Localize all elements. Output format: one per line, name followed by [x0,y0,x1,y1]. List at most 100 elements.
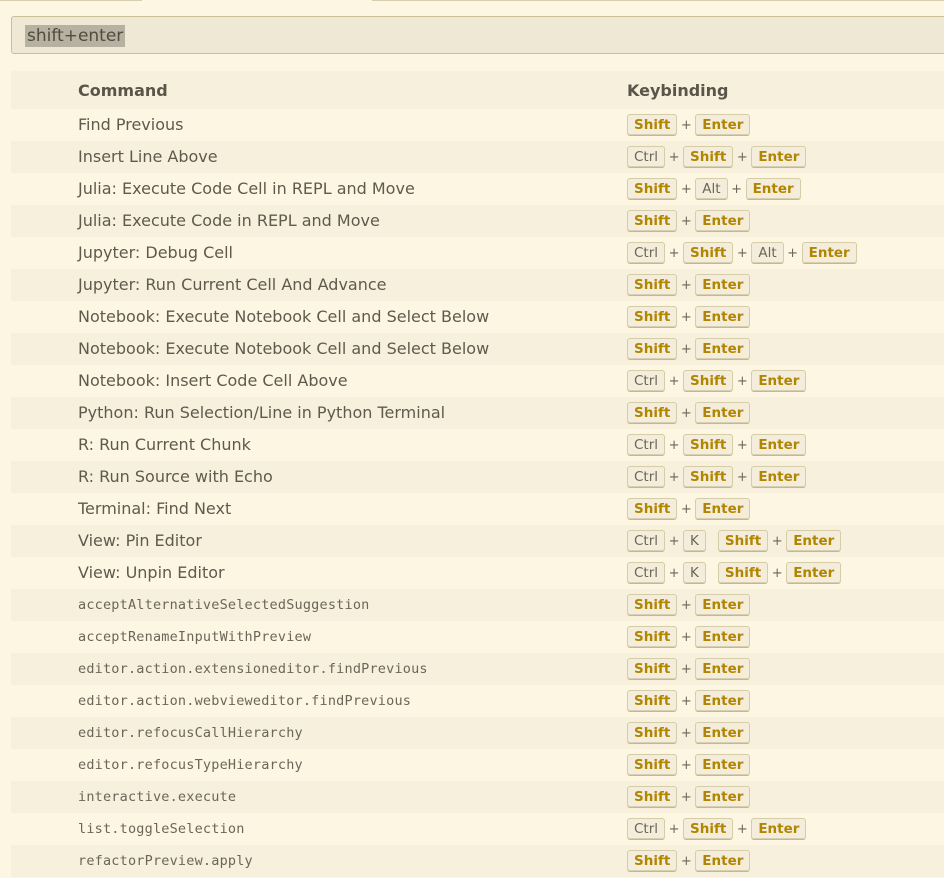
key-cap: Enter [695,690,751,712]
table-row[interactable]: Python: Run Selection/Line in Python Ter… [11,397,944,429]
table-row[interactable]: R: Run Current Chunk Ctrl + Shift + Enter [11,429,944,461]
key-plus: + [680,629,692,645]
key-plus: + [680,789,692,805]
key-plus: + [736,469,748,485]
command-label: Find Previous [78,115,184,134]
key-plus: + [668,565,680,581]
command-label: Notebook: Execute Notebook Cell and Sele… [78,339,490,358]
key-plus: + [668,149,680,165]
key-cap: Shift [627,498,678,520]
keybinding-cell: Ctrl + K Shift + Enter [627,530,842,552]
keybindings-table: Command Keybinding Find Previous Shift + En… [11,71,944,877]
command-label: editor.refocusTypeHierarchy [78,757,303,773]
table-row[interactable]: Notebook: Execute Notebook Cell and Sele… [11,333,944,365]
keybinding-cell: Shift + Enter [627,274,751,296]
command-label: Notebook: Insert Code Cell Above [78,371,348,390]
table-row[interactable]: refactorPreview.apply Shift + Enter [11,845,944,877]
key-plus: + [668,245,680,261]
key-cap: Enter [695,306,751,328]
key-cap: Shift [627,210,678,232]
key-cap: Enter [695,338,751,360]
key-plus: + [771,533,783,549]
table-row[interactable]: editor.refocusCallHierarchy Shift + Enter [11,717,944,749]
command-label: Notebook: Execute Notebook Cell and Sele… [78,307,490,326]
key-plus: + [680,693,692,709]
key-cap: Shift [683,370,734,392]
command-label: Insert Line Above [78,147,218,166]
table-row[interactable]: Julia: Execute Code in REPL and Move Shif… [11,205,944,237]
key-plus: + [680,725,692,741]
key-cap: Ctrl [627,562,666,584]
keybinding-cell: Ctrl + Shift + Enter [627,370,807,392]
table-row[interactable]: Find Previous Shift + Enter [11,109,944,141]
command-label: Jupyter: Run Current Cell And Advance [78,275,387,294]
table-row[interactable]: Notebook: Execute Notebook Cell and Sele… [11,301,944,333]
key-cap: Shift [683,146,734,168]
key-plus: + [680,597,692,613]
key-cap: Shift [627,722,678,744]
key-cap: Ctrl [627,242,666,264]
key-cap: Alt [695,178,728,200]
key-cap: Shift [627,178,678,200]
table-row[interactable]: Jupyter: Run Current Cell And Advance Shi… [11,269,944,301]
key-cap: Enter [695,498,751,520]
command-label: Terminal: Find Next [78,499,232,518]
command-label: refactorPreview.apply [78,853,253,869]
keybinding-cell: Shift + Enter [627,754,751,776]
table-row[interactable]: Insert Line Above Ctrl + Shift + Enter [11,141,944,173]
table-row[interactable]: acceptAlternativeSelectedSuggestion Shift… [11,589,944,621]
command-label: editor.action.extensioneditor.findPrevio… [78,661,428,677]
key-cap: Enter [695,850,751,872]
command-label: Julia: Execute Code in REPL and Move [78,211,380,230]
table-row[interactable]: Notebook: Insert Code Cell Above Ctrl + Shi… [11,365,944,397]
table-row[interactable]: editor.refocusTypeHierarchy Shift + Enter [11,749,944,781]
command-label: Julia: Execute Code Cell in REPL and Mov… [78,179,415,198]
key-plus: + [668,533,680,549]
key-cap: Shift [717,530,769,552]
key-cap: Ctrl [627,818,666,840]
table-row[interactable]: View: Pin Editor Ctrl + K Shift + Enter [11,525,944,557]
key-cap: K [683,530,706,552]
table-row[interactable]: interactive.execute Shift + Enter [11,781,944,813]
key-plus: + [668,469,680,485]
key-cap: Alt [751,242,784,264]
keybindings-search-box[interactable]: shift+enter [11,16,944,54]
table-row[interactable]: editor.action.extensioneditor.findPrevio… [11,653,944,685]
command-label: View: Unpin Editor [78,563,225,582]
key-plus: + [680,341,692,357]
keybinding-cell: Shift + Enter [627,306,751,328]
keybindings-search-input[interactable]: shift+enter [25,25,126,47]
table-row[interactable]: list.toggleSelection Ctrl + Shift + Enter [11,813,944,845]
keybinding-cell: Ctrl + Shift + Enter [627,146,807,168]
key-cap: Enter [695,274,751,296]
table-row[interactable]: Jupyter: Debug Cell Ctrl + Shift + Alt + Enter [11,237,944,269]
key-plus: + [680,181,692,197]
table-header: Command Keybinding [11,71,944,109]
keybinding-cell: Shift + Alt + Enter [627,178,801,200]
command-label: interactive.execute [78,789,237,805]
command-label: editor.action.webvieweditor.findPrevious [78,693,412,709]
key-cap: Shift [627,626,678,648]
keybinding-cell: Shift + Enter [627,594,751,616]
table-row[interactable]: Julia: Execute Code Cell in REPL and Mov… [11,173,944,205]
keybinding-cell: Shift + Enter [627,658,751,680]
table-row[interactable]: editor.action.webvieweditor.findPrevious… [11,685,944,717]
key-plus: + [736,373,748,389]
table-row[interactable]: R: Run Source with Echo Ctrl + Shift + Enter [11,461,944,493]
keybinding-cell: Ctrl + Shift + Enter [627,466,807,488]
key-cap: Enter [745,178,801,200]
key-cap: Enter [695,658,751,680]
table-row[interactable]: Terminal: Find Next Shift + Enter [11,493,944,525]
key-cap: Enter [695,754,751,776]
header-keybinding: Keybinding [627,81,729,100]
key-cap: Enter [751,434,807,456]
table-row[interactable]: View: Unpin Editor Ctrl + K Shift + Enter [11,557,944,589]
keybinding-cell: Ctrl + K Shift + Enter [627,562,842,584]
keybinding-cell: Shift + Enter [627,626,751,648]
key-cap: Shift [627,754,678,776]
table-row[interactable]: acceptRenameInputWithPreview Shift + Enter [11,621,944,653]
key-cap: Enter [786,562,842,584]
key-cap: Shift [627,402,678,424]
key-plus: + [680,757,692,773]
key-plus: + [668,821,680,837]
